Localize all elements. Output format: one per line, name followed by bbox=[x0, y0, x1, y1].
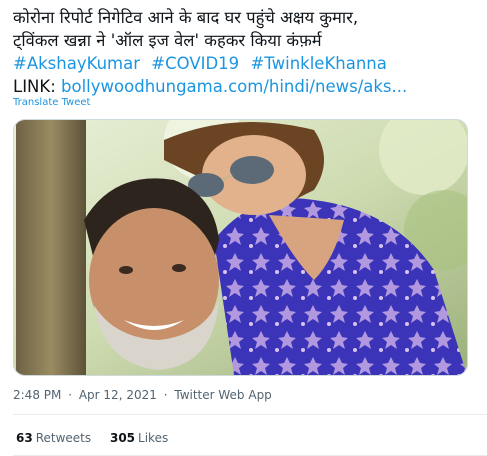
translate-tweet-link[interactable]: Translate Tweet bbox=[13, 97, 90, 108]
tweet-text: कोरोना रिपोर्ट निगेटिव आने के बाद घर पहु… bbox=[13, 6, 479, 98]
tweet-photo[interactable] bbox=[13, 119, 468, 376]
retweets-label: Retweets bbox=[35, 431, 92, 445]
likes-stat[interactable]: 305 Likes bbox=[110, 431, 168, 445]
tweet-time[interactable]: 2:48 PM bbox=[13, 388, 61, 402]
retweets-count: 63 bbox=[16, 431, 33, 445]
meta-separator: · bbox=[68, 388, 73, 402]
hashtag-twinklekhanna[interactable]: #TwinkleKhanna bbox=[250, 54, 386, 73]
likes-label: Likes bbox=[138, 431, 169, 445]
tweet-line-1: कोरोना रिपोर्ट निगेटिव आने के बाद घर पहु… bbox=[13, 8, 359, 27]
retweets-stat[interactable]: 63 Retweets bbox=[16, 431, 95, 445]
hashtag-covid19[interactable]: #COVID19 bbox=[151, 54, 239, 73]
hashtag-row: #AkshayKumar #COVID19 #TwinkleKhanna bbox=[13, 52, 479, 75]
hashtag-akshaykumar[interactable]: #AkshayKumar bbox=[13, 54, 140, 73]
photo-illustration bbox=[14, 120, 467, 375]
tweet-source[interactable]: Twitter Web App bbox=[174, 388, 271, 402]
divider bbox=[13, 414, 487, 415]
link-row: LINK: bollywoodhungama.com/hindi/news/ak… bbox=[13, 75, 479, 98]
link-prefix: LINK: bbox=[13, 77, 56, 96]
article-link[interactable]: bollywoodhungama.com/hindi/news/aks... bbox=[61, 77, 407, 96]
tweet-date[interactable]: Apr 12, 2021 bbox=[79, 388, 157, 402]
tweet-meta: 2:48 PM · Apr 12, 2021 · Twitter Web App bbox=[13, 388, 275, 402]
meta-separator: · bbox=[163, 388, 168, 402]
engagement-stats: 63 Retweets 305 Likes bbox=[16, 431, 183, 445]
tweet-line-2: ट्विंकल खन्ना ने 'ऑल इज वेल' कहकर किया क… bbox=[13, 31, 322, 50]
likes-count: 305 bbox=[109, 431, 136, 445]
